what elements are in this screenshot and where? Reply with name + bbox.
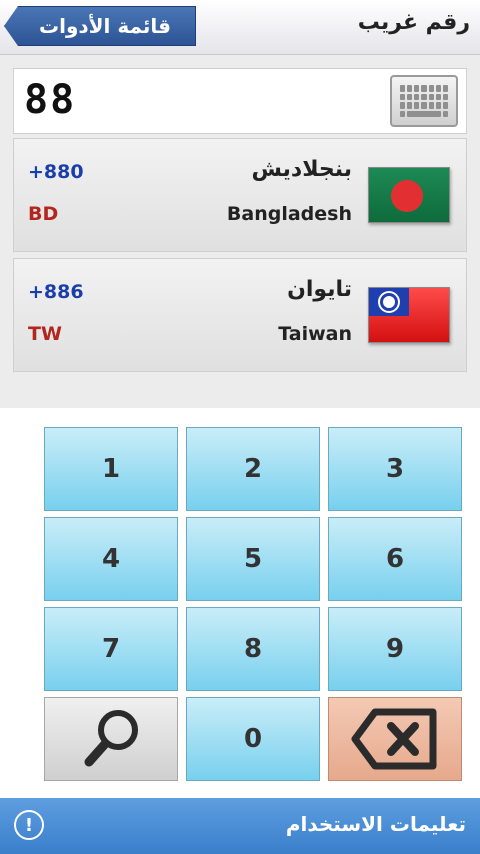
key-7[interactable]: 7 [44,607,178,691]
dial-code: +880 [28,161,84,183]
bangladesh-flag-icon [368,167,450,223]
key-4[interactable]: 4 [44,517,178,601]
key-9[interactable]: 9 [328,607,462,691]
iso-code: TW [28,323,62,345]
usage-instructions-label: تعليمات الاستخدام [285,812,466,836]
country-name-english: Bangladesh [226,203,352,225]
iso-code: BD [28,203,59,225]
country-name-arabic: تايوان [287,277,352,302]
dial-code: +886 [28,281,84,303]
result-card-taiwan[interactable]: +886 TW تايوان Taiwan [13,258,467,372]
number-input-value[interactable]: 88 [24,77,76,123]
header-bar: قائمة الأدوات رقم غريب [0,0,480,55]
backspace-button[interactable] [328,697,462,781]
tools-menu-back-button[interactable]: قائمة الأدوات [4,6,196,46]
backspace-icon [351,708,437,770]
key-6[interactable]: 6 [328,517,462,601]
keyboard-icon[interactable] [390,75,458,127]
number-input-row[interactable]: 88 [13,68,467,134]
country-name-english: Taiwan [278,323,352,345]
key-2[interactable]: 2 [186,427,320,511]
keypad: 1 2 3 4 5 6 7 8 9 0 [0,408,480,798]
key-3[interactable]: 3 [328,427,462,511]
taiwan-flag-icon [368,287,450,343]
key-1[interactable]: 1 [44,427,178,511]
key-8[interactable]: 8 [186,607,320,691]
key-0[interactable]: 0 [186,697,320,781]
usage-instructions-bar[interactable]: ! تعليمات الاستخدام [0,798,480,854]
search-button[interactable] [44,697,178,781]
result-card-bangladesh[interactable]: +880 BD بنجلاديش Bangladesh [13,138,467,252]
search-icon [84,710,138,767]
info-icon[interactable]: ! [14,810,44,840]
key-5[interactable]: 5 [186,517,320,601]
page-title: رقم غريب [357,10,470,35]
back-button-label: قائمة الأدوات [38,14,171,38]
country-name-arabic: بنجلاديش [251,157,352,182]
